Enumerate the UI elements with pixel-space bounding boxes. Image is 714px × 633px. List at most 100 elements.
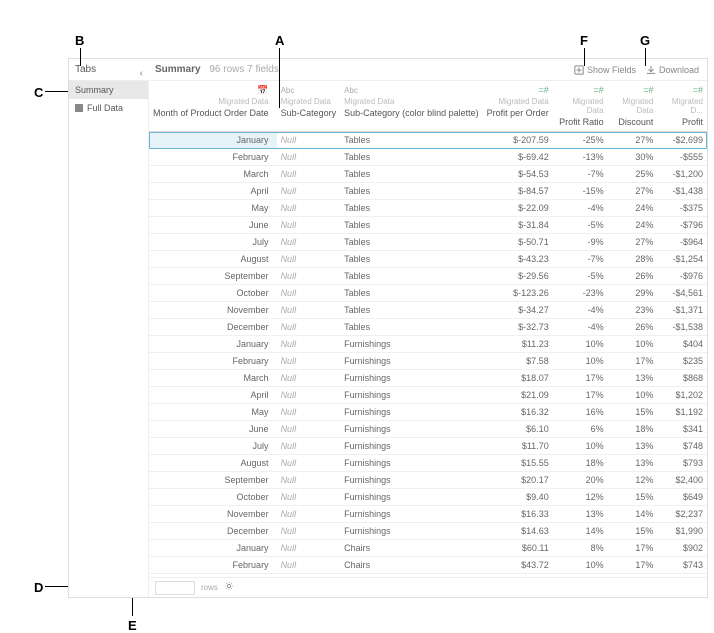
rows-fields-count: 96 rows 7 fields — [209, 64, 278, 75]
table-cell: Null — [277, 557, 341, 574]
column-header[interactable]: AbcMigrated DataSub-Category (color blin… — [340, 81, 483, 132]
table-cell: Null — [277, 302, 341, 319]
table-cell: $793 — [657, 455, 707, 472]
table-row[interactable]: JanuaryNullChairs$60.118%17%$902 — [149, 540, 707, 557]
table-row[interactable]: AugustNullTables$-43.23-7%28%-$1,254 — [149, 251, 707, 268]
table-cell: December — [149, 523, 277, 540]
table-cell: $-69.42 — [483, 149, 553, 166]
table-cell: Null — [277, 319, 341, 336]
table-cell: -9% — [553, 234, 608, 251]
rows-input[interactable] — [155, 581, 195, 595]
table-cell: Tables — [340, 319, 483, 336]
table-cell: -15% — [553, 183, 608, 200]
table-cell: Null — [277, 472, 341, 489]
data-table: 📅Migrated DataMonth of Product Order Dat… — [149, 81, 707, 577]
table-cell: $11.70 — [483, 438, 553, 455]
table-cell: 27% — [608, 183, 658, 200]
collapse-icon[interactable]: ‹ — [140, 68, 143, 79]
table-row[interactable]: MarchNullTables$-54.53-7%25%-$1,200 — [149, 166, 707, 183]
table-cell: $235 — [657, 353, 707, 370]
table-row[interactable]: DecemberNullTables$-32.73-4%26%-$1,538 — [149, 319, 707, 336]
table-cell: Null — [277, 370, 341, 387]
table-row[interactable]: JuneNullFurnishings$6.106%18%$341 — [149, 421, 707, 438]
table-cell: -4% — [553, 302, 608, 319]
table-cell: -$2,699 — [657, 132, 707, 149]
table-cell: Null — [277, 506, 341, 523]
table-cell: -7% — [553, 251, 608, 268]
table-row[interactable]: OctoberNullTables$-123.26-23%29%-$4,561 — [149, 285, 707, 302]
table-cell: $1,202 — [657, 387, 707, 404]
table-cell: Null — [277, 200, 341, 217]
settings-icon[interactable] — [224, 581, 234, 594]
table-row[interactable]: FebruaryNullChairs$43.7210%17%$743 — [149, 557, 707, 574]
table-row[interactable]: NovemberNullTables$-34.27-4%23%-$1,371 — [149, 302, 707, 319]
table-row[interactable]: JanuaryNullFurnishings$11.2310%10%$404 — [149, 336, 707, 353]
table-cell: $6.10 — [483, 421, 553, 438]
table-row[interactable]: FebruaryNullTables$-69.42-13%30%-$555 — [149, 149, 707, 166]
table-row[interactable]: SeptemberNullTables$-29.56-5%26%-$976 — [149, 268, 707, 285]
table-cell: 13% — [608, 455, 658, 472]
table-cell: $-31.84 — [483, 217, 553, 234]
table-row[interactable]: JulyNullFurnishings$11.7010%13%$748 — [149, 438, 707, 455]
column-header[interactable]: AbcMigrated DataSub-Category — [277, 81, 341, 132]
table-cell: -$4,561 — [657, 285, 707, 302]
table-row[interactable]: OctoberNullFurnishings$9.4012%15%$649 — [149, 489, 707, 506]
table-cell: July — [149, 234, 277, 251]
table-row[interactable]: JanuaryNullTables$-207.59-25%27%-$2,699 — [149, 132, 707, 149]
download-button[interactable]: Download — [646, 65, 699, 75]
topbar: Tabs ‹ Summary 96 rows 7 fields Show Fie… — [69, 59, 707, 81]
table-cell: Null — [277, 353, 341, 370]
table-cell: Null — [277, 438, 341, 455]
table-cell: 26% — [608, 268, 658, 285]
table-cell: February — [149, 353, 277, 370]
column-header[interactable]: =#Migrated DataProfit Ratio — [553, 81, 608, 132]
sidebar-item-fulldata[interactable]: Full Data — [69, 99, 148, 117]
table-row[interactable]: FebruaryNullFurnishings$7.5810%17%$235 — [149, 353, 707, 370]
table-cell: 17% — [553, 387, 608, 404]
table-row[interactable]: MarchNullFurnishings$18.0717%13%$868 — [149, 370, 707, 387]
table-cell: 17% — [553, 370, 608, 387]
table-cell: $-50.71 — [483, 234, 553, 251]
table-row[interactable]: SeptemberNullFurnishings$20.1720%12%$2,4… — [149, 472, 707, 489]
table-row[interactable]: AprilNullFurnishings$21.0917%10%$1,202 — [149, 387, 707, 404]
table-cell: Tables — [340, 183, 483, 200]
table-cell: 25% — [608, 166, 658, 183]
table-cell: 13% — [553, 506, 608, 523]
table-cell: 17% — [608, 557, 658, 574]
table-cell: 13% — [608, 370, 658, 387]
table-cell: -25% — [553, 132, 608, 149]
table-cell: -$796 — [657, 217, 707, 234]
table-cell: Furnishings — [340, 336, 483, 353]
table-cell: $1,990 — [657, 523, 707, 540]
table-cell: Null — [277, 404, 341, 421]
table-cell: -4% — [553, 319, 608, 336]
table-cell: Furnishings — [340, 506, 483, 523]
sidebar-item-summary[interactable]: Summary — [69, 81, 148, 99]
table-cell: 8% — [553, 540, 608, 557]
table-cell: -$1,200 — [657, 166, 707, 183]
table-row[interactable]: MayNullFurnishings$16.3216%15%$1,192 — [149, 404, 707, 421]
table-row[interactable]: JuneNullTables$-31.84-5%24%-$796 — [149, 217, 707, 234]
table-row[interactable]: JulyNullTables$-50.71-9%27%-$964 — [149, 234, 707, 251]
column-header[interactable]: =#Migrated DataDiscount — [608, 81, 658, 132]
callout-d: D — [34, 580, 43, 595]
table-row[interactable]: AugustNullFurnishings$15.5518%13%$793 — [149, 455, 707, 472]
table-row[interactable]: MayNullTables$-22.09-4%24%-$375 — [149, 200, 707, 217]
column-header[interactable]: =#Migrated DataProfit per Order — [483, 81, 553, 132]
table-row[interactable]: AprilNullTables$-84.57-15%27%-$1,438 — [149, 183, 707, 200]
table-cell: $20.17 — [483, 472, 553, 489]
table-cell: Null — [277, 234, 341, 251]
table-row[interactable]: DecemberNullFurnishings$14.6314%15%$1,99… — [149, 523, 707, 540]
show-fields-button[interactable]: Show Fields — [574, 65, 636, 75]
table-cell: Furnishings — [340, 387, 483, 404]
table-cell: $-22.09 — [483, 200, 553, 217]
table-scroll[interactable]: 📅Migrated DataMonth of Product Order Dat… — [149, 81, 707, 577]
table-cell: $-29.56 — [483, 268, 553, 285]
column-header[interactable]: 📅Migrated DataMonth of Product Order Dat… — [149, 81, 277, 132]
table-cell: $-32.73 — [483, 319, 553, 336]
column-header[interactable]: =#Migrated D...Profit — [657, 81, 707, 132]
table-row[interactable]: NovemberNullFurnishings$16.3313%14%$2,23… — [149, 506, 707, 523]
table-cell: Furnishings — [340, 472, 483, 489]
table-cell: 17% — [608, 353, 658, 370]
sidebar: Summary Full Data — [69, 81, 149, 597]
